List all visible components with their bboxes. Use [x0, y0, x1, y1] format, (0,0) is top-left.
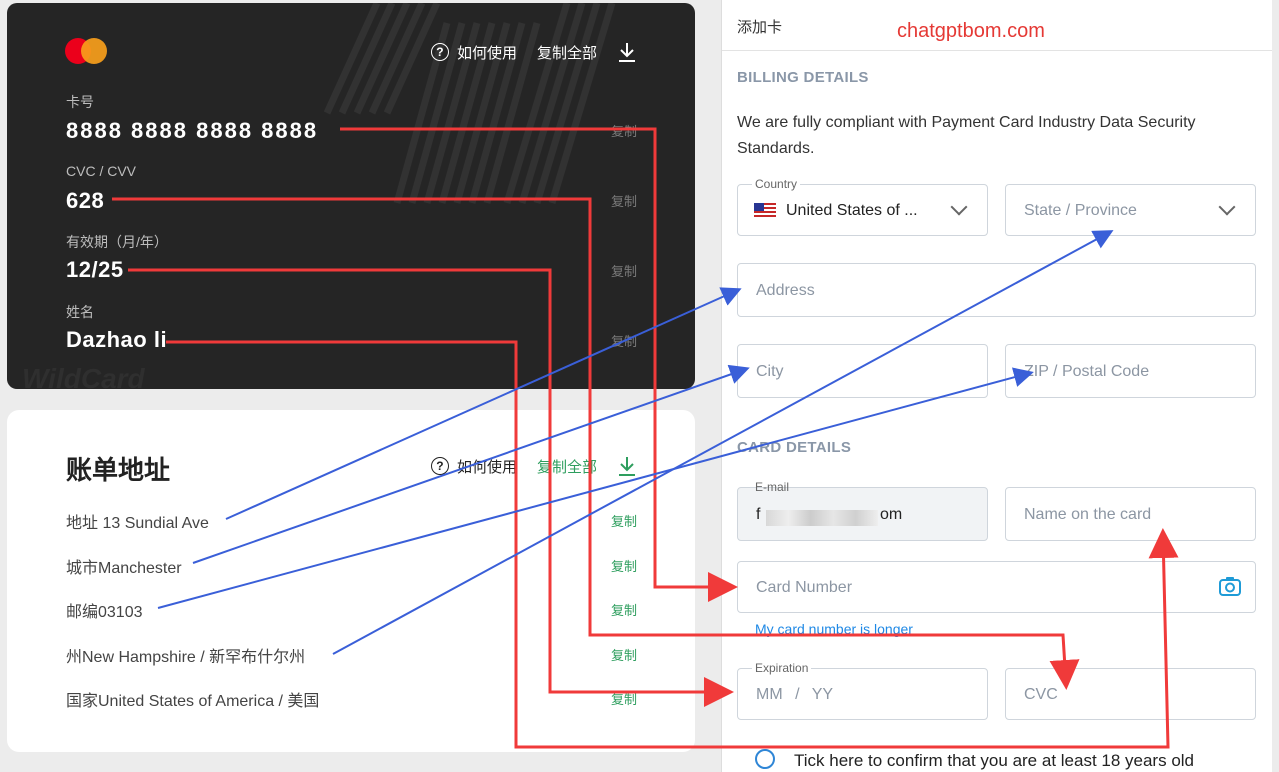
cvc-value: 628 — [66, 188, 105, 213]
us-flag-icon — [754, 203, 776, 217]
email-redaction — [766, 510, 878, 526]
site-watermark: chatgptbom.com — [897, 20, 1045, 42]
copy-address-button[interactable]: 复制 — [611, 511, 637, 530]
billing-address-panel: 账单地址 ? 如何使用 复制全部 地址 13 Sundial Ave 复制 城市… — [7, 410, 695, 752]
copy-expiry-button[interactable]: 复制 — [611, 261, 637, 280]
chevron-down-icon — [950, 198, 968, 216]
name-on-card-placeholder: Name on the card — [1024, 506, 1152, 523]
question-icon: ? — [430, 457, 449, 475]
chevron-down-icon — [1218, 198, 1236, 216]
form-header: 添加卡 chatgptbom.com — [722, 0, 1272, 51]
card-number-placeholder: Card Number — [756, 579, 853, 596]
copy-cvc-button[interactable]: 复制 — [611, 191, 637, 210]
billing-copy-all-button[interactable]: 复制全部 — [537, 456, 597, 477]
download-icon[interactable] — [617, 41, 637, 63]
zip-input[interactable]: ZIP / Postal Code — [1005, 344, 1256, 398]
billing-zip-row: 邮编03103 — [66, 604, 143, 621]
billing-help-label: 如何使用 — [456, 458, 517, 476]
camera-icon[interactable] — [1219, 575, 1241, 597]
name-on-card-input[interactable]: Name on the card — [1005, 487, 1256, 541]
city-input[interactable]: City — [737, 344, 988, 398]
address-input[interactable]: Address — [737, 263, 1256, 317]
zip-placeholder: ZIP / Postal Code — [1024, 363, 1150, 380]
country-label: Country — [752, 177, 801, 191]
billing-address-row: 地址 13 Sundial Ave — [66, 515, 209, 532]
email-prefix: f — [756, 506, 761, 523]
name-value: Dazhao li — [66, 327, 168, 352]
city-placeholder: City — [756, 363, 784, 380]
virtual-card: ? 如何使用 复制全部 卡号 8888 8888 8888 8888 复制 CV… — [7, 3, 695, 389]
copy-country-button[interactable]: 复制 — [611, 689, 637, 708]
cvc-placeholder: CVC — [1024, 686, 1058, 703]
expiry-value: 12/25 — [66, 257, 124, 282]
expiration-input[interactable]: Expiration MM / YY — [737, 661, 988, 720]
question-icon: ? — [430, 43, 449, 61]
expiration-label: Expiration — [752, 661, 812, 675]
billing-details-heading: BILLING DETAILS — [737, 69, 869, 86]
expiry-label: 有效期（月/年） — [66, 234, 168, 250]
billing-state-row: 州New Hampshire / 新罕布什尔州 — [66, 649, 306, 666]
card-number-label: 卡号 — [66, 94, 94, 110]
cvc-input[interactable]: CVC — [1005, 668, 1256, 720]
billing-help-button[interactable]: ? 如何使用 — [430, 456, 517, 477]
card-actions: ? 如何使用 复制全部 — [430, 41, 637, 63]
copy-card-number-button[interactable]: 复制 — [611, 121, 637, 140]
state-select[interactable]: State / Province — [1005, 184, 1256, 236]
copy-state-button[interactable]: 复制 — [611, 645, 637, 664]
state-placeholder: State / Province — [1024, 202, 1137, 219]
card-details-heading: CARD DETAILS — [737, 439, 852, 456]
cvc-label: CVC / CVV — [66, 163, 137, 179]
card-watermark: WildCard — [22, 363, 145, 389]
card-copy-all-button[interactable]: 复制全部 — [537, 42, 597, 63]
billing-country-row: 国家United States of America / 美国 — [66, 693, 320, 710]
country-value: United States of ... — [786, 202, 918, 219]
age-confirm-radio[interactable] — [755, 749, 775, 769]
age-confirm-label: Tick here to confirm that you are at lea… — [794, 751, 1195, 770]
download-icon[interactable] — [617, 455, 637, 477]
email-suffix: om — [880, 506, 903, 523]
address-placeholder: Address — [756, 282, 815, 299]
card-help-label: 如何使用 — [456, 44, 517, 62]
country-select[interactable]: Country United States of ... — [737, 177, 988, 236]
email-label: E-mail — [755, 480, 790, 494]
compliance-text: We are fully compliant with Payment Card… — [737, 114, 1196, 157]
expiration-placeholder: MM / YY — [756, 686, 834, 703]
billing-actions: ? 如何使用 复制全部 — [430, 455, 637, 477]
card-number-value: 8888 8888 8888 8888 — [66, 118, 319, 143]
copy-name-button[interactable]: 复制 — [611, 331, 637, 350]
billing-city-row: 城市Manchester — [66, 560, 182, 577]
card-help-button[interactable]: ? 如何使用 — [430, 42, 517, 63]
card-number-input[interactable]: Card Number — [737, 561, 1256, 613]
name-label: 姓名 — [66, 304, 94, 320]
copy-city-button[interactable]: 复制 — [611, 556, 637, 575]
card-number-longer-link[interactable]: My card number is longer — [755, 621, 913, 637]
form-title: 添加卡 — [737, 19, 783, 36]
copy-zip-button[interactable]: 复制 — [611, 600, 637, 619]
email-field[interactable]: E-mail f om — [737, 480, 988, 541]
add-card-form: 添加卡 chatgptbom.com BILLING DETAILS We ar… — [721, 0, 1272, 772]
billing-title: 账单地址 — [66, 455, 171, 485]
mastercard-logo — [65, 38, 109, 64]
